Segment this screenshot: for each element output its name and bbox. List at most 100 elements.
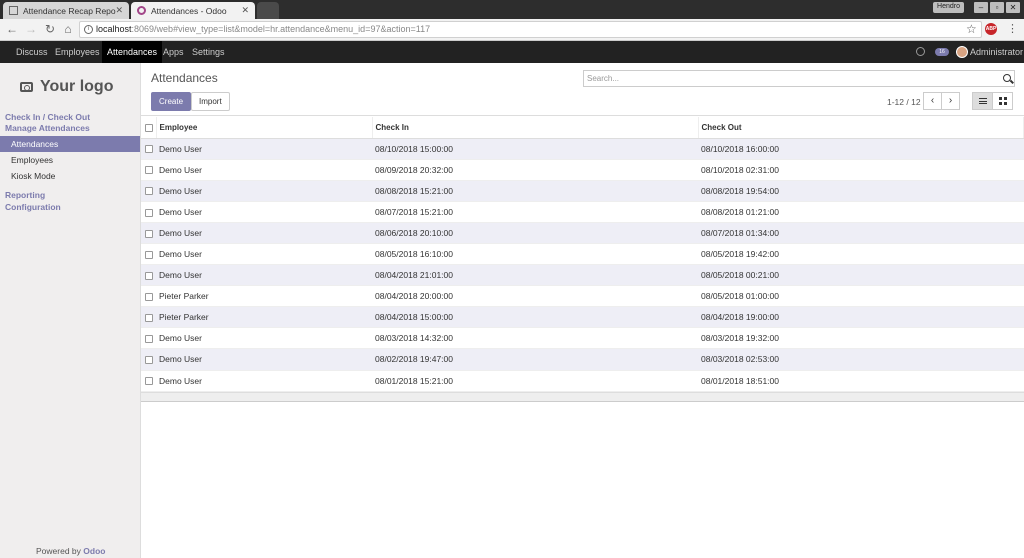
row-checkbox[interactable] bbox=[145, 229, 153, 238]
close-icon[interactable]: ✕ bbox=[241, 5, 249, 16]
table-row[interactable]: Demo User 08/01/2018 15:21:00 08/01/2018 1… bbox=[141, 370, 1024, 392]
cell-employee[interactable]: Demo User bbox=[156, 327, 372, 350]
cell-check-in[interactable]: 08/02/2018 19:47:00 bbox=[372, 348, 698, 371]
menu-employees[interactable]: Employees bbox=[50, 41, 105, 63]
cell-check-out[interactable]: 08/04/2018 19:00:00 bbox=[698, 306, 1024, 329]
cell-check-out[interactable]: 08/01/2018 18:51:00 bbox=[698, 370, 1024, 392]
cell-check-out[interactable]: 08/03/2018 19:32:00 bbox=[698, 327, 1024, 350]
table-row[interactable]: Demo User 08/02/2018 19:47:00 08/03/2018 0… bbox=[141, 348, 1024, 371]
cell-employee[interactable]: Pieter Parker bbox=[156, 306, 372, 329]
chat-icon[interactable]: 16 bbox=[935, 48, 949, 56]
menu-discuss[interactable]: Discuss bbox=[11, 41, 53, 63]
sidebar-item-employees[interactable]: Employees bbox=[0, 152, 140, 168]
bookmark-star-icon[interactable]: ☆ bbox=[966, 22, 977, 36]
pager-next-button[interactable]: › bbox=[941, 92, 960, 110]
cell-check-in[interactable]: 08/05/2018 16:10:00 bbox=[372, 243, 698, 266]
cell-check-out[interactable]: 08/05/2018 01:00:00 bbox=[698, 285, 1024, 308]
reload-icon[interactable]: ↻ bbox=[43, 22, 57, 36]
sidebar-item-kiosk-mode[interactable]: Kiosk Mode bbox=[0, 168, 140, 184]
menu-apps[interactable]: Apps bbox=[158, 41, 189, 63]
cell-check-out[interactable]: 08/05/2018 19:42:00 bbox=[698, 243, 1024, 266]
row-checkbox[interactable] bbox=[145, 187, 153, 196]
cell-employee[interactable]: Demo User bbox=[156, 159, 372, 181]
cell-employee[interactable]: Pieter Parker bbox=[156, 285, 372, 308]
profile-button[interactable]: Hendro bbox=[933, 2, 964, 13]
select-all-checkbox[interactable] bbox=[145, 123, 153, 132]
menu-settings[interactable]: Settings bbox=[187, 41, 230, 63]
cell-check-in[interactable]: 08/08/2018 15:21:00 bbox=[372, 180, 698, 202]
pager-value[interactable]: 1-12 / 12 bbox=[887, 97, 921, 107]
cell-employee[interactable]: Demo User bbox=[156, 201, 372, 223]
create-button[interactable]: Create bbox=[151, 92, 192, 111]
table-row[interactable]: Pieter Parker 08/04/2018 15:00:00 08/04/20… bbox=[141, 306, 1024, 329]
cell-employee[interactable]: Demo User bbox=[156, 348, 372, 371]
table-row[interactable]: Demo User 08/10/2018 15:00:00 08/10/2018 1… bbox=[141, 138, 1024, 160]
cell-check-in[interactable]: 08/09/2018 20:32:00 bbox=[372, 159, 698, 181]
close-icon[interactable]: ✕ bbox=[115, 5, 123, 16]
adblock-icon[interactable]: ABP bbox=[985, 23, 997, 35]
cell-check-in[interactable]: 08/04/2018 20:00:00 bbox=[372, 285, 698, 308]
cell-check-in[interactable]: 08/04/2018 15:00:00 bbox=[372, 306, 698, 329]
close-window-icon[interactable]: ✕ bbox=[1006, 2, 1020, 13]
forward-arrow-icon[interactable]: → bbox=[24, 22, 38, 36]
new-tab-button[interactable] bbox=[257, 2, 279, 19]
cell-employee[interactable]: Demo User bbox=[156, 222, 372, 244]
column-header-check-out[interactable]: Check Out bbox=[698, 117, 1024, 139]
list-view-button[interactable] bbox=[972, 92, 993, 110]
table-row[interactable]: Demo User 08/08/2018 15:21:00 08/08/2018 1… bbox=[141, 180, 1024, 202]
cell-check-in[interactable]: 08/03/2018 14:32:00 bbox=[372, 327, 698, 350]
row-checkbox[interactable] bbox=[145, 356, 153, 365]
row-checkbox[interactable] bbox=[145, 335, 153, 344]
home-icon[interactable]: ⌂ bbox=[61, 22, 75, 36]
row-checkbox[interactable] bbox=[145, 166, 153, 175]
table-row[interactable]: Demo User 08/09/2018 20:32:00 08/10/2018 0… bbox=[141, 159, 1024, 181]
row-checkbox[interactable] bbox=[145, 271, 153, 280]
row-checkbox[interactable] bbox=[145, 314, 153, 323]
address-bar[interactable]: i localhost:8069/web#view_type=list&mode… bbox=[79, 21, 982, 38]
restore-icon[interactable]: ▫ bbox=[990, 2, 1004, 13]
row-checkbox[interactable] bbox=[145, 250, 153, 259]
menu-attendances[interactable]: Attendances bbox=[102, 41, 163, 63]
import-button[interactable]: Import bbox=[191, 92, 230, 111]
cell-check-out[interactable]: 08/08/2018 01:21:00 bbox=[698, 201, 1024, 223]
column-header-check-in[interactable]: Check In bbox=[372, 117, 699, 139]
table-row[interactable]: Pieter Parker 08/04/2018 20:00:00 08/05/20… bbox=[141, 285, 1024, 308]
cell-employee[interactable]: Demo User bbox=[156, 243, 372, 266]
cell-check-in[interactable]: 08/06/2018 20:10:00 bbox=[372, 222, 698, 244]
sidebar-section-reporting[interactable]: Reporting bbox=[5, 190, 45, 200]
company-logo[interactable]: Your logo bbox=[20, 78, 113, 96]
cell-employee[interactable]: Demo User bbox=[156, 370, 372, 392]
avatar[interactable] bbox=[956, 46, 968, 58]
table-row[interactable]: Demo User 08/04/2018 21:01:00 08/05/2018 0… bbox=[141, 264, 1024, 287]
info-icon[interactable]: i bbox=[84, 25, 93, 34]
activity-clock-icon[interactable] bbox=[916, 47, 925, 56]
cell-check-in[interactable]: 08/04/2018 21:01:00 bbox=[372, 264, 698, 287]
browser-tab-attendances[interactable]: Attendances - Odoo ✕ bbox=[131, 2, 255, 19]
table-row[interactable]: Demo User 08/03/2018 14:32:00 08/03/2018 1… bbox=[141, 327, 1024, 350]
cell-check-out[interactable]: 08/07/2018 01:34:00 bbox=[698, 222, 1024, 244]
cell-employee[interactable]: Demo User bbox=[156, 138, 372, 160]
column-header-employee[interactable]: Employee bbox=[156, 117, 373, 139]
cell-check-out[interactable]: 08/05/2018 00:21:00 bbox=[698, 264, 1024, 287]
row-checkbox[interactable] bbox=[145, 208, 153, 217]
cell-check-in[interactable]: 08/07/2018 15:21:00 bbox=[372, 201, 698, 223]
pager-previous-button[interactable]: ‹ bbox=[923, 92, 942, 110]
user-menu[interactable]: Administrator bbox=[970, 41, 1023, 63]
cell-check-out[interactable]: 08/03/2018 02:53:00 bbox=[698, 348, 1024, 371]
table-row[interactable]: Demo User 08/05/2018 16:10:00 08/05/2018 1… bbox=[141, 243, 1024, 266]
back-arrow-icon[interactable]: ← bbox=[5, 22, 19, 36]
sidebar-item-check-in-out[interactable]: Check In / Check Out bbox=[5, 112, 90, 122]
search-input[interactable]: Search... bbox=[583, 70, 1015, 87]
cell-employee[interactable]: Demo User bbox=[156, 180, 372, 202]
browser-tab-attendance-recap[interactable]: Attendance Recap Repo ✕ bbox=[3, 2, 129, 19]
table-row[interactable]: Demo User 08/06/2018 20:10:00 08/07/2018 0… bbox=[141, 222, 1024, 244]
sidebar-section-configuration[interactable]: Configuration bbox=[5, 202, 61, 212]
search-icon[interactable] bbox=[1003, 74, 1011, 82]
table-row[interactable]: Demo User 08/07/2018 15:21:00 08/08/2018 0… bbox=[141, 201, 1024, 223]
minimize-icon[interactable]: – bbox=[974, 2, 988, 13]
cell-check-out[interactable]: 08/08/2018 19:54:00 bbox=[698, 180, 1024, 202]
row-checkbox[interactable] bbox=[145, 377, 153, 386]
browser-menu-icon[interactable]: ⋮ bbox=[1007, 22, 1018, 35]
cell-employee[interactable]: Demo User bbox=[156, 264, 372, 287]
cell-check-out[interactable]: 08/10/2018 02:31:00 bbox=[698, 159, 1024, 181]
